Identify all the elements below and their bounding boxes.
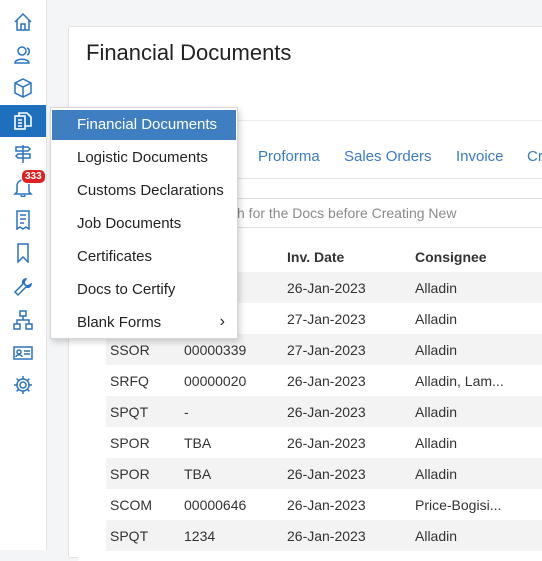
menu-item-label: Docs to Certify (77, 281, 176, 298)
table-row[interactable]: SPOR TBA 26-Jan-2023 Alladin (106, 458, 542, 489)
cell-inv-date: 26-Jan-2023 (287, 435, 366, 451)
menu-item-label: Certificates (77, 248, 153, 265)
cell-inv-date: 26-Jan-2023 (287, 373, 366, 389)
package-icon (14, 78, 32, 98)
id-card-icon (13, 346, 33, 360)
page-title: Financial Documents (86, 40, 292, 65)
sidebar-item-receipts[interactable] (0, 204, 46, 236)
tab-proforma[interactable]: Proforma (258, 148, 320, 165)
menu-item-customs-declarations[interactable]: Customs Declarations (51, 176, 237, 206)
sidebar-item-tools[interactable] (0, 271, 46, 303)
cell-consignee: Alladin (415, 280, 458, 296)
sidebar-item-users[interactable] (0, 39, 46, 71)
table-row[interactable]: SPQT - 26-Jan-2023 Alladin (106, 396, 542, 427)
sidebar-item-settings[interactable] (0, 369, 46, 401)
cell-inv-date: 26-Jan-2023 (287, 497, 366, 513)
cell-consignee: Alladin (415, 342, 458, 358)
tab-sales-orders[interactable]: Sales Orders (344, 148, 432, 165)
menu-item-label: Blank Forms (77, 314, 162, 331)
table-row[interactable]: SRFQ 00000020 26-Jan-2023 Alladin, Lam..… (106, 365, 542, 396)
cell-inv-date: 26-Jan-2023 (287, 528, 366, 544)
home-icon (14, 12, 32, 31)
menu-item-certificates[interactable]: Certificates (51, 242, 237, 272)
cell-number: - (184, 404, 189, 420)
cell-consignee: Alladin (415, 466, 458, 482)
menu-item-financial-documents[interactable]: Financial Documents (52, 110, 236, 140)
gear-icon (14, 376, 32, 394)
chevron-right-icon: › (219, 313, 225, 330)
cell-consignee: Price-Bogisi... (415, 497, 502, 513)
cell-type: SPQT (110, 404, 149, 420)
cell-consignee: Alladin (415, 404, 458, 420)
menu-item-label: Job Documents (77, 215, 182, 232)
documents-icon (14, 112, 32, 130)
sidebar-item-id-cards[interactable] (0, 337, 46, 369)
menu-item-label: Customs Declarations (77, 182, 224, 199)
cell-number: 00000339 (184, 342, 247, 358)
cell-type: SRFQ (110, 373, 149, 389)
users-icon (14, 46, 30, 64)
cell-type: SPOR (110, 435, 150, 451)
column-header-consignee[interactable]: Consignee (415, 249, 487, 265)
documents-flyout-menu: Financial Documents Logistic Documents C… (50, 107, 238, 339)
sidebar-item-documents[interactable] (0, 105, 46, 137)
table-row[interactable]: SPOR TBA 26-Jan-2023 Alladin (106, 427, 542, 458)
search-placeholder: h for the Docs before Creating New (237, 205, 457, 221)
receipt-icon (16, 210, 30, 230)
search-input[interactable]: h for the Docs before Creating New (230, 198, 542, 228)
wrench-icon (13, 278, 32, 297)
cell-type: SPQT (110, 528, 149, 544)
signpost-icon (14, 145, 32, 163)
sidebar-item-notifications[interactable]: 333 (0, 169, 46, 203)
menu-item-blank-forms[interactable]: Blank Forms › (51, 308, 237, 338)
cell-inv-date: 26-Jan-2023 (287, 280, 366, 296)
menu-item-label: Financial Documents (77, 116, 218, 133)
menu-item-logistic-documents[interactable]: Logistic Documents (51, 143, 237, 173)
cell-inv-date: 26-Jan-2023 (287, 404, 366, 420)
cell-type: SCOM (110, 497, 152, 513)
cell-inv-date: 27-Jan-2023 (287, 342, 366, 358)
sidebar-item-signpost[interactable] (0, 138, 46, 170)
sidebar-item-bookmarks[interactable] (0, 237, 46, 269)
cell-consignee: Alladin (415, 528, 458, 544)
cell-number: TBA (184, 466, 212, 482)
tab-invoice[interactable]: Invoice (456, 148, 504, 165)
table-row[interactable]: SPQT 1234 26-Jan-2023 Alladin (106, 520, 542, 551)
sidebar: 333 (0, 0, 47, 550)
tab-credit[interactable]: Cr (527, 148, 542, 165)
cell-inv-date: 27-Jan-2023 (287, 311, 366, 327)
menu-item-job-documents[interactable]: Job Documents (51, 209, 237, 239)
cell-consignee: Alladin (415, 311, 458, 327)
bookmark-icon (17, 243, 29, 263)
sidebar-item-packages[interactable] (0, 72, 46, 104)
menu-item-label: Logistic Documents (77, 149, 208, 166)
cell-number: TBA (184, 435, 212, 451)
menu-item-docs-to-certify[interactable]: Docs to Certify (51, 275, 237, 305)
table-row[interactable]: SCOM 00000646 26-Jan-2023 Price-Bogisi..… (106, 489, 542, 520)
cell-number: 00000020 (184, 373, 247, 389)
column-header-inv-date[interactable]: Inv. Date (287, 249, 344, 265)
cell-inv-date: 26-Jan-2023 (287, 466, 366, 482)
cell-consignee: Alladin (415, 435, 458, 451)
notification-count-badge: 333 (21, 169, 46, 184)
hierarchy-icon (13, 310, 33, 330)
cell-consignee: Alladin, Lam... (415, 373, 504, 389)
cell-number: 00000646 (184, 497, 247, 513)
sidebar-item-hierarchy[interactable] (0, 304, 46, 336)
cell-number: 1234 (184, 528, 216, 544)
sidebar-item-home[interactable] (0, 6, 46, 38)
cell-type: SSOR (110, 342, 150, 358)
cell-type: SPOR (110, 466, 150, 482)
